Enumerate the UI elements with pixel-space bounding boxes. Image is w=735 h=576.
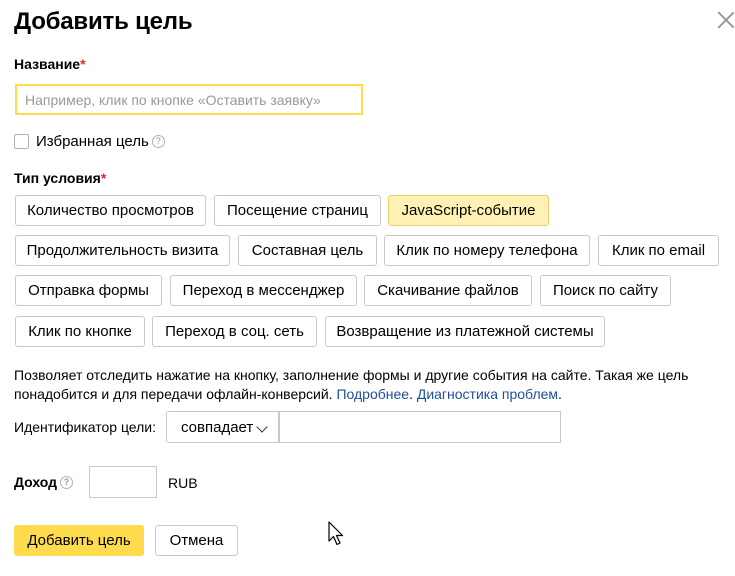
dialog-title: Добавить цель: [14, 8, 193, 35]
close-icon[interactable]: [716, 10, 735, 30]
favorite-goal-row: Избранная цель ?: [14, 131, 165, 151]
name-label: Название*: [14, 56, 86, 72]
condition-option-form-submit[interactable]: Отправка формы: [15, 275, 162, 306]
favorite-goal-label[interactable]: Избранная цель: [36, 133, 149, 150]
required-mark: *: [80, 56, 86, 72]
condition-option-page-visits[interactable]: Посещение страниц: [214, 195, 381, 226]
favorite-goal-checkbox[interactable]: [14, 133, 29, 149]
condition-type-label-text: Тип условия: [14, 170, 101, 186]
condition-option-views[interactable]: Количество просмотров: [15, 195, 206, 226]
goal-identifier-input[interactable]: [279, 411, 561, 443]
income-input[interactable]: [89, 466, 157, 498]
condition-option-email-click[interactable]: Клик по email: [598, 235, 719, 266]
description-separator: .: [409, 386, 417, 402]
condition-option-javascript-event[interactable]: JavaScript-событие: [388, 195, 549, 226]
mouse-cursor-icon: [328, 521, 344, 546]
condition-type-label: Тип условия*: [14, 170, 106, 186]
condition-option-messenger[interactable]: Переход в мессенджер: [170, 275, 357, 306]
required-mark: *: [100, 170, 107, 186]
chevron-down-icon: [256, 421, 268, 433]
condition-option-file-download[interactable]: Скачивание файлов: [364, 275, 532, 306]
income-label: Доход ?: [14, 474, 74, 490]
cancel-button[interactable]: Отмена: [155, 525, 238, 556]
description-end: .: [558, 386, 562, 402]
condition-option-visit-duration[interactable]: Продолжительность визита: [15, 235, 230, 266]
help-icon[interactable]: ?: [151, 134, 165, 148]
match-type-value: совпадает: [181, 418, 254, 436]
currency-label: RUB: [168, 475, 198, 491]
help-icon[interactable]: ?: [60, 475, 74, 489]
condition-option-social-network[interactable]: Переход в соц. сеть: [152, 316, 317, 347]
goal-identifier-label: Идентификатор цели:: [14, 419, 157, 435]
condition-description: Позволяет отследить нажатие на кнопку, з…: [14, 366, 726, 404]
more-link[interactable]: Подробнее: [336, 386, 409, 402]
add-goal-dialog: Добавить цель Название* Избранная цель ?…: [0, 0, 735, 576]
condition-option-site-search[interactable]: Поиск по сайту: [540, 275, 671, 306]
condition-option-composite-goal[interactable]: Составная цель: [238, 235, 377, 266]
match-type-dropdown[interactable]: совпадает: [166, 411, 279, 443]
diagnostics-link[interactable]: Диагностика проблем: [417, 386, 558, 402]
condition-option-phone-click[interactable]: Клик по номеру телефона: [384, 235, 590, 266]
condition-option-payment-return[interactable]: Возвращение из платежной системы: [325, 316, 605, 347]
goal-name-input[interactable]: [15, 84, 363, 115]
name-label-text: Название: [14, 56, 81, 72]
condition-option-button-click[interactable]: Клик по кнопке: [15, 316, 145, 347]
add-goal-button[interactable]: Добавить цель: [14, 525, 144, 556]
income-label-text: Доход: [14, 474, 58, 490]
